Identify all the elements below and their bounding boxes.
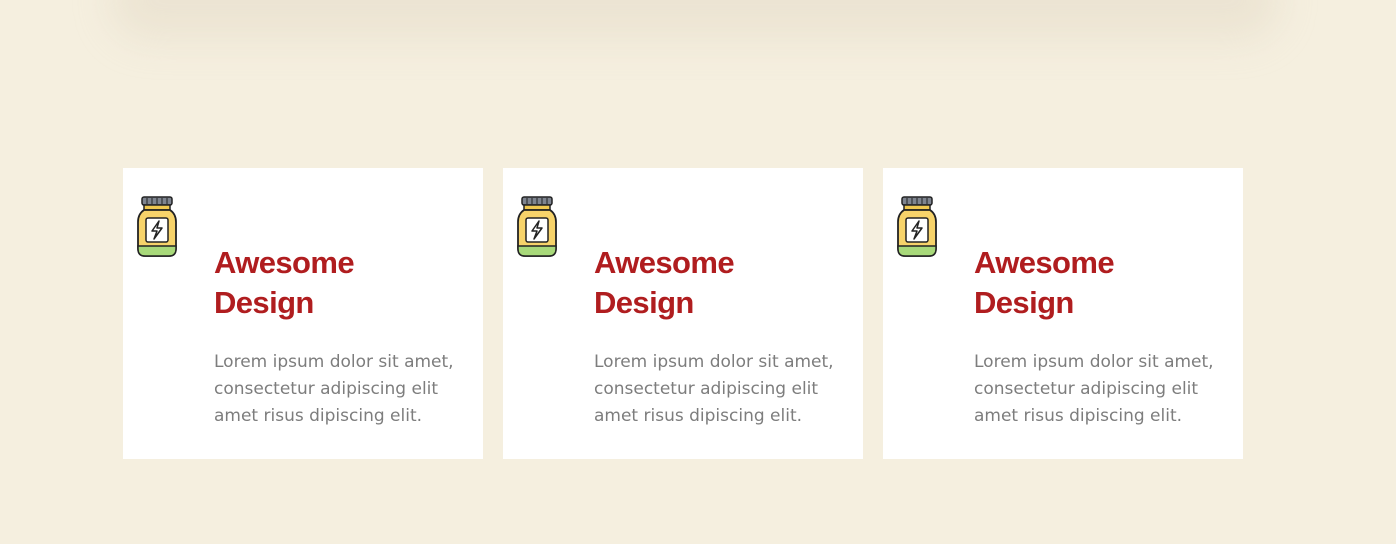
energy-jar-icon bbox=[136, 196, 178, 258]
card-title: Awesome Design bbox=[594, 245, 735, 320]
feature-card: Awesome Design Lorem ipsum dolor sit ame… bbox=[123, 168, 483, 459]
energy-jar-icon bbox=[896, 196, 938, 258]
card-description: Lorem ipsum dolor sit amet, consectetur … bbox=[974, 352, 1214, 426]
card-description: Lorem ipsum dolor sit amet, consectetur … bbox=[214, 352, 454, 426]
feature-cards: Awesome Design Lorem ipsum dolor sit ame… bbox=[123, 168, 1243, 459]
card-title: Awesome Design bbox=[974, 245, 1115, 320]
top-shadow-decoration bbox=[110, 0, 1280, 40]
card-description: Lorem ipsum dolor sit amet, consectetur … bbox=[594, 352, 834, 426]
feature-card: Awesome Design Lorem ipsum dolor sit ame… bbox=[503, 168, 863, 459]
energy-jar-icon bbox=[516, 196, 558, 258]
card-title: Awesome Design bbox=[214, 245, 355, 320]
feature-card: Awesome Design Lorem ipsum dolor sit ame… bbox=[883, 168, 1243, 459]
